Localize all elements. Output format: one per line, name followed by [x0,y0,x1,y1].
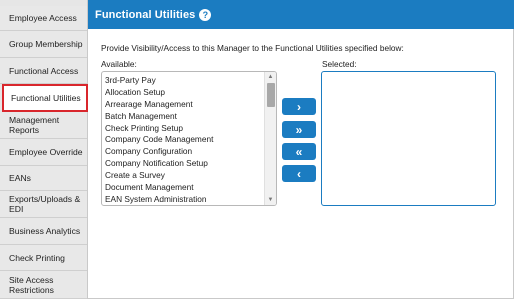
sidebar: Employee Access Group Membership Functio… [0,0,88,299]
sidebar-item-employee-override[interactable]: Employee Override [0,139,87,166]
list-item[interactable]: EAN System Administration [102,194,265,205]
move-all-left-button[interactable]: « [282,143,316,160]
selected-label: Selected: [322,59,357,69]
sidebar-item-eans[interactable]: EANs [0,166,87,191]
list-item[interactable]: Company Code Management [102,134,265,146]
move-right-button[interactable]: › [282,98,316,115]
sidebar-item-label: Functional Utilities [11,93,81,103]
move-left-button[interactable]: ‹ [282,165,316,182]
sidebar-item-site-access-restrictions[interactable]: Site Access Restrictions [0,271,87,299]
list-item[interactable]: Create a Survey [102,170,265,182]
sidebar-item-label: Group Membership [9,39,83,49]
list-item[interactable]: Batch Management [102,111,265,123]
sidebar-item-exports-uploads-edi[interactable]: Exports/Uploads & EDI [0,191,87,218]
available-label: Available: [101,59,137,69]
sidebar-item-label: Functional Access [9,65,79,76]
move-all-right-button[interactable]: » [282,121,316,138]
sidebar-item-functional-access[interactable]: Functional Access [0,58,87,84]
sidebar-item-label: Employee Access [9,13,77,23]
list-item[interactable]: Document Management [102,182,265,194]
scroll-thumb[interactable] [267,83,275,107]
sidebar-item-management-reports[interactable]: Management Reports [0,112,87,139]
sidebar-item-check-printing[interactable]: Check Printing [0,245,87,271]
sidebar-item-employee-access[interactable]: Employee Access [0,6,87,31]
chevron-right-icon: › [297,99,301,114]
available-list-scrollbar[interactable]: ▲ ▼ [264,72,276,205]
available-listbox[interactable]: 3rd-Party Pay Allocation Setup Arrearage… [101,71,277,206]
sidebar-item-label: Check Printing [9,252,65,263]
list-item[interactable]: Company Notification Setup [102,158,265,170]
sidebar-item-label: Business Analytics [9,226,81,236]
sidebar-item-group-membership[interactable]: Group Membership [0,31,87,58]
page-header: Functional Utilities ? [88,0,514,29]
list-item[interactable]: Company Configuration [102,146,265,158]
sidebar-item-label: Employee Override [9,147,83,157]
sidebar-item-label: Site Access Restrictions [9,274,54,295]
list-item[interactable]: 3rd-Party Pay [102,75,265,87]
chevron-left-icon: ‹ [297,166,301,181]
sidebar-item-business-analytics[interactable]: Business Analytics [0,218,87,245]
sidebar-item-label: Management Reports [9,115,60,135]
list-item[interactable]: Allocation Setup [102,87,265,99]
instructions-text: Provide Visibility/Access to this Manage… [101,43,404,53]
available-list: 3rd-Party Pay Allocation Setup Arrearage… [102,72,265,205]
double-chevron-left-icon: « [295,144,303,159]
list-item[interactable]: Check Printing Setup [102,123,265,135]
list-item[interactable]: Arrearage Management [102,99,265,111]
scroll-up-arrow-icon[interactable]: ▲ [265,72,276,82]
double-chevron-right-icon: » [295,122,303,137]
sidebar-item-functional-utilities[interactable]: Functional Utilities [2,84,88,112]
help-icon[interactable]: ? [199,8,212,21]
page-title: Functional Utilities [95,8,196,21]
scroll-down-arrow-icon[interactable]: ▼ [265,195,276,205]
sidebar-item-label: Exports/Uploads & EDI [9,194,81,214]
sidebar-item-label: EANs [9,173,31,183]
selected-listbox[interactable] [321,71,496,206]
